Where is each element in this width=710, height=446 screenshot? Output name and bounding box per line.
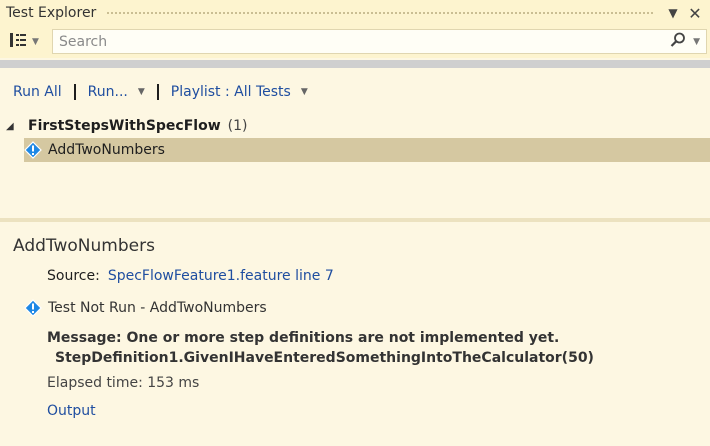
warning-info-icon bbox=[24, 299, 42, 317]
status-row: Test Not Run - AddTwoNumbers bbox=[24, 299, 267, 317]
message-line-2: StepDefinition1.GivenIHaveEnteredSomethi… bbox=[55, 350, 594, 366]
error-message: Message: One or more step definitions ar… bbox=[47, 328, 594, 368]
window-options-dropdown-icon[interactable]: ▼ bbox=[662, 6, 684, 20]
chevron-down-icon: ▼ bbox=[300, 87, 308, 97]
run-dropdown-label: Run... bbox=[87, 84, 128, 100]
playlist-dropdown[interactable]: Playlist : All Tests ▼ bbox=[171, 84, 308, 100]
source-link[interactable]: SpecFlowFeature1.feature line 7 bbox=[108, 268, 334, 284]
source-label: Source: bbox=[47, 268, 100, 284]
search-options-chevron-icon[interactable]: ▼ bbox=[693, 37, 700, 47]
search-icon[interactable] bbox=[669, 31, 687, 53]
test-list-item[interactable]: AddTwoNumbers bbox=[24, 138, 710, 162]
expand-collapse-icon[interactable]: ◢ bbox=[6, 121, 24, 132]
pane-splitter[interactable] bbox=[0, 218, 710, 222]
status-text: Test Not Run - AddTwoNumbers bbox=[48, 300, 267, 316]
test-name: AddTwoNumbers bbox=[48, 142, 165, 158]
message-line-1: Message: One or more step definitions ar… bbox=[47, 330, 560, 346]
toolbar-separator bbox=[73, 84, 76, 100]
run-all-link[interactable]: Run All bbox=[13, 84, 62, 100]
drag-grip[interactable] bbox=[106, 10, 654, 16]
group-name: FirstStepsWithSpecFlow bbox=[28, 118, 221, 134]
source-row: Source: SpecFlowFeature1.feature line 7 bbox=[47, 268, 334, 284]
warning-info-icon bbox=[24, 141, 42, 159]
search-row: ▼ ▼ bbox=[0, 26, 710, 58]
output-link[interactable]: Output bbox=[47, 403, 96, 419]
chevron-down-icon: ▼ bbox=[137, 87, 145, 97]
close-icon[interactable]: ✕ bbox=[684, 4, 706, 23]
group-by-button[interactable]: ▼ bbox=[8, 31, 50, 53]
toolbar-separator bbox=[156, 84, 159, 100]
header-divider bbox=[0, 60, 710, 68]
elapsed-time: Elapsed time: 153 ms bbox=[47, 375, 200, 391]
search-input[interactable] bbox=[53, 33, 670, 50]
playlist-dropdown-label: Playlist : All Tests bbox=[170, 84, 291, 100]
group-count: (1) bbox=[227, 118, 248, 134]
group-by-icon bbox=[8, 31, 28, 53]
detail-title: AddTwoNumbers bbox=[13, 236, 155, 256]
chevron-down-icon: ▼ bbox=[32, 37, 39, 47]
command-toolbar: Run All Run... ▼ Playlist : All Tests ▼ bbox=[13, 82, 308, 102]
title-bar: Test Explorer ▼ ✕ bbox=[0, 0, 710, 26]
run-dropdown[interactable]: Run... ▼ bbox=[88, 84, 145, 100]
window-title: Test Explorer bbox=[6, 5, 97, 21]
search-box: ▼ bbox=[52, 29, 707, 54]
tree-group-row[interactable]: ◢ FirstStepsWithSpecFlow (1) bbox=[6, 116, 247, 136]
